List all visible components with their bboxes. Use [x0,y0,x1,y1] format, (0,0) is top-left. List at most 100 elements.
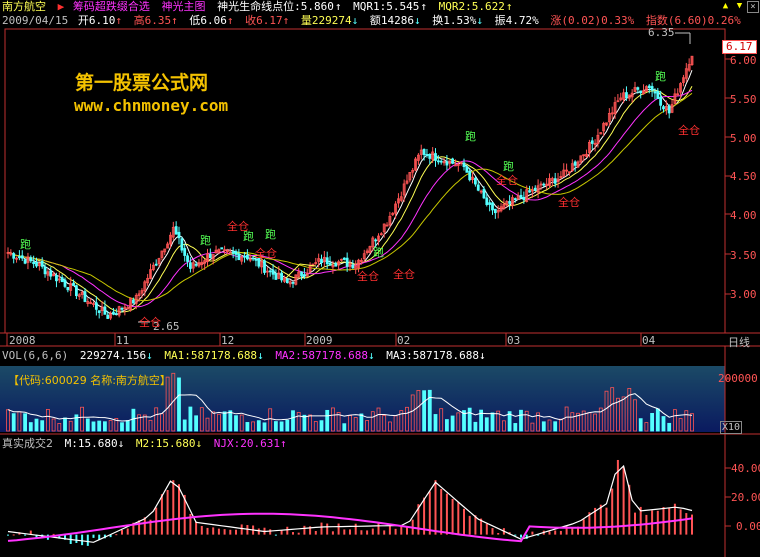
candle-body [251,257,255,260]
indicator-name[interactable]: 筹码超跌缀合选 [73,0,150,13]
volume-bar [291,410,295,432]
oscillator-bar [468,515,471,535]
candle-body [650,86,654,91]
candle-body [428,154,432,159]
sell-signal-label: 跑 [373,246,384,259]
arrow-up-icon: ↑ [226,14,234,27]
oscillator-bar [634,512,636,535]
volume-bar [131,408,136,432]
osc-m2: M2:15.680 [135,437,196,450]
oscillator-bar [12,534,15,536]
candle-body [174,226,178,235]
arrow-down-icon: ↓ [413,14,421,27]
arrow-up-icon: ↑ [334,0,342,13]
oscillator-bar [229,529,232,535]
candle-body [186,255,189,262]
time-axis-label: 12 [221,334,235,347]
close-icon[interactable]: × [747,1,759,13]
candle-body [63,279,67,287]
oscillator-bar [280,530,283,535]
candle-body [656,90,660,99]
candle-body [60,277,64,282]
volume-bar [490,412,495,432]
volume-bar [177,377,181,432]
stock-name[interactable]: 南方航空 [2,0,46,13]
candle-body [302,274,306,277]
oscillator-bar [599,504,602,535]
volume-bar [28,422,33,432]
mqr1-value: MQR1:5.545 [353,0,420,13]
candle-body [32,261,36,265]
candle-body [482,188,486,199]
candle-body [454,164,457,167]
volume-bar [11,413,16,432]
candle-body [49,270,53,277]
scroll-down-icon[interactable]: ▼ [734,1,745,12]
sell-signal-label: 跑 [465,130,476,143]
candle-body [468,170,472,181]
candle-body [120,307,124,310]
vol-title[interactable]: VOL(6,6,6) [2,349,68,362]
oscillator-bar [388,524,391,535]
volume-bar [23,413,28,432]
candle-body [177,231,181,239]
arrow-down-icon: ↓ [351,14,359,27]
candle-body [29,257,33,262]
candle-body [465,166,469,173]
oscillator-bar [531,531,534,535]
candle-body [103,306,107,315]
oscillator-bar [514,534,517,536]
volume-bar [422,390,427,432]
oscillator-bar [320,522,323,535]
oscillator-bar [360,530,363,535]
candle-body [245,255,249,260]
scroll-up-icon[interactable]: ▲ [720,1,731,12]
volume-bar [650,412,654,432]
oscillator-bar [491,528,494,535]
osc-m: M:15.680 [64,437,118,450]
osc-njx: NJX:20.631 [213,437,280,450]
oscillator-bar [75,534,78,543]
candle-body [462,162,466,168]
price-tick-label: 5.50 [730,93,757,106]
oscillator-bar [662,507,665,535]
oscillator-bar [297,532,300,535]
candle-body [625,92,628,99]
oscillator-bar [166,490,169,535]
volume-bar [467,407,472,432]
oscillator-bar [24,534,27,536]
oscillator-bar [92,534,95,538]
candle-body [573,161,577,166]
candle-body [106,314,110,319]
buy-signal-label: 全仓 [255,247,277,260]
main-chart-name[interactable]: 神光主图 [162,0,206,13]
candle-body [40,261,44,267]
vol-ma3: MA3:587178.688 [386,349,479,362]
volume-bar [34,418,39,432]
oscillator-bars [7,459,693,546]
vol-ma1: MA1:587178.688 [164,349,258,362]
candle-body [351,264,355,269]
candle-body [43,266,47,275]
osc-title[interactable]: 真实成交2 [2,437,53,450]
oscillator-bar [217,528,220,535]
oscillator-bar [121,529,123,535]
time-axis-label: 11 [116,334,130,347]
sell-signal-label: 跑 [265,228,276,241]
candle-body [268,270,272,273]
oscillator-bar [212,527,215,535]
candle-body [374,239,378,242]
oscillator-bar [383,530,386,535]
play-icon[interactable]: ▶ [58,0,65,13]
candle-body [83,291,87,302]
period-selector[interactable]: 日线 [728,334,750,350]
mqr2-value: MQR2:5.622 [438,0,505,13]
buy-signal-label: 全仓 [678,124,700,137]
candle-body [553,178,557,184]
volume-bar [228,410,233,432]
oscillator-bar [52,533,55,535]
vol-ma2: MA2:587178.688 [275,349,369,362]
candle-body [334,263,338,267]
volume-bar [484,417,489,432]
candle-body [75,285,78,297]
